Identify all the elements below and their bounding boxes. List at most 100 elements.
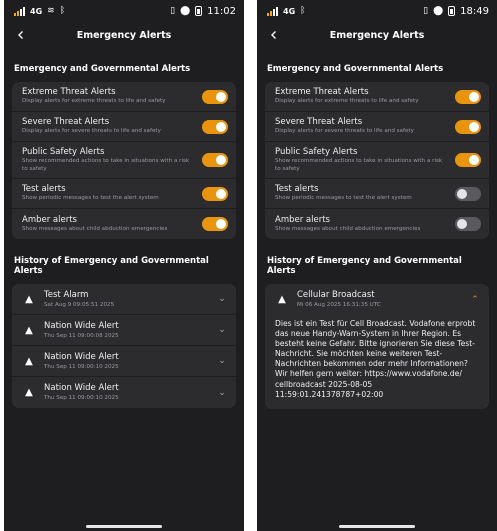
severe-threat-toggle[interactable] — [202, 119, 228, 134]
amber-alerts-toggle[interactable] — [455, 217, 481, 231]
alert-message-body: Dies ist ein Test für Cell Broadcast. Vo… — [275, 319, 476, 399]
vibrate-icon: ▯ — [423, 5, 429, 16]
history-timestamp: Thu Sep 11 09:00:10 2025 — [44, 395, 119, 401]
setting-title: Amber alerts — [22, 214, 77, 225]
section-header-history: History of Emergency and Governmental Al… — [267, 256, 462, 276]
setting-test-alerts[interactable]: Test alerts Show periodic messages to tes… — [265, 179, 489, 209]
history-title: Test Alarm — [44, 289, 89, 300]
history-item[interactable]: ▲ Nation Wide Alert Thu Sep 11 09:00:08 2… — [12, 315, 236, 346]
setting-title: Test alerts — [22, 184, 66, 195]
signal-icon — [14, 6, 25, 16]
setting-amber-alerts[interactable]: Amber alerts Show messages about child ab… — [265, 209, 489, 239]
chevron-up-icon[interactable]: ⌃ — [469, 295, 481, 305]
history-timestamp: Sat Aug 9 09:05:51 2025 — [44, 301, 115, 308]
phone-screen-left: 4G ≋ ᛒ ▯ ⬤ 11:02 Emergency Alerts Emerge… — [4, 0, 244, 531]
setting-subtitle: Show messages about child abduction emer… — [275, 225, 421, 232]
bluetooth-icon: ᛒ — [59, 5, 66, 16]
location-icon: ⬤ — [433, 5, 444, 16]
alert-settings-card: Extreme Threat Alerts Display alerts for … — [12, 82, 236, 239]
setting-severe-threat[interactable]: Severe Threat Alerts Display alerts for s… — [12, 112, 236, 142]
history-timestamp: Thu Sep 11 09:00:10 2025 — [44, 363, 119, 370]
public-safety-toggle[interactable] — [455, 153, 481, 167]
setting-subtitle: Show recommended actions to take in situ… — [22, 158, 190, 172]
page-title: Emergency Alerts — [76, 29, 172, 41]
section-header-history: History of Emergency and Governmental Al… — [14, 256, 209, 276]
alert-history-card: ▲ Test Alarm Sat Aug 9 09:05:51 2025 ⌄ ▲ … — [12, 284, 236, 408]
chevron-down-icon[interactable]: ⌄ — [216, 294, 228, 304]
warning-triangle-icon: ▲ — [25, 324, 33, 336]
warning-triangle-icon: ▲ — [278, 294, 286, 305]
phone-screen-right: 4G ᛒ ▯ ⬤ 18:49 Emergency Alerts Emergenc… — [257, 0, 497, 531]
clock: 11:02 — [207, 5, 236, 17]
home-indicator[interactable] — [86, 525, 162, 528]
network-type: 4G — [30, 6, 43, 16]
setting-subtitle: Display alerts for extreme threats to li… — [275, 98, 419, 105]
section-header-alerts: Emergency and Governmental Alerts — [267, 64, 444, 74]
test-alerts-toggle[interactable] — [455, 186, 481, 201]
status-bar: 4G ᛒ ▯ ⬤ 18:49 — [257, 0, 497, 22]
history-item[interactable]: ▲ Nation Wide Alert Thu Sep 11 09:00:10 2… — [12, 377, 236, 408]
arrow-back-icon[interactable] — [12, 26, 30, 44]
history-title: Nation Wide Alert — [44, 383, 119, 393]
warning-triangle-icon: ▲ — [25, 355, 33, 367]
setting-subtitle: Show periodic messages to test the alert… — [275, 195, 412, 202]
app-bar: Emergency Alerts — [257, 22, 497, 48]
setting-title: Severe Threat Alerts — [275, 117, 363, 128]
setting-subtitle: Display alerts for extreme threats to li… — [22, 98, 166, 105]
setting-title: Public Safety Alerts — [22, 147, 105, 157]
setting-subtitle: Show messages about child abduction emer… — [22, 225, 168, 232]
extreme-threat-toggle[interactable] — [202, 89, 228, 104]
location-icon: ⬤ — [180, 5, 191, 16]
setting-extreme-threat[interactable]: Extreme Threat Alerts Display alerts for … — [12, 82, 236, 112]
public-safety-toggle[interactable] — [202, 153, 228, 167]
setting-title: Extreme Threat Alerts — [275, 87, 369, 98]
setting-subtitle: Display alerts for severe threats to lif… — [22, 128, 161, 135]
signal-icon — [267, 6, 278, 16]
battery-icon — [195, 6, 203, 16]
bluetooth-icon: ᛒ — [300, 5, 306, 16]
setting-title: Extreme Threat Alerts — [22, 87, 116, 98]
setting-extreme-threat[interactable]: Extreme Threat Alerts Display alerts for … — [265, 82, 489, 112]
status-bar: 4G ≋ ᛒ ▯ ⬤ 11:02 — [4, 0, 244, 22]
setting-title: Amber alerts — [275, 214, 330, 225]
clock: 18:49 — [460, 5, 489, 17]
setting-title: Test alerts — [275, 184, 319, 195]
history-timestamp: Thu Sep 11 09:00:08 2025 — [44, 332, 119, 339]
setting-amber-alerts[interactable]: Amber alerts Show messages about child ab… — [12, 209, 236, 239]
test-alerts-toggle[interactable] — [202, 186, 228, 201]
alert-history-card: ▲ Cellular Broadcast Mi 06 Aug 2025 16:31… — [265, 284, 489, 409]
setting-title: Severe Threat Alerts — [22, 117, 110, 128]
setting-test-alerts[interactable]: Test alerts Show periodic messages to tes… — [12, 179, 236, 209]
alert-settings-card: Extreme Threat Alerts Display alerts for … — [265, 82, 489, 239]
setting-severe-threat[interactable]: Severe Threat Alerts Display alerts for s… — [265, 112, 489, 142]
home-indicator[interactable] — [339, 525, 415, 528]
amber-alerts-toggle[interactable] — [202, 217, 228, 231]
severe-threat-toggle[interactable] — [455, 119, 481, 134]
warning-triangle-icon: ▲ — [25, 387, 33, 398]
chevron-down-icon[interactable]: ⌄ — [216, 388, 228, 398]
vibrate-icon: ▯ — [170, 5, 176, 16]
network-type: 4G — [283, 6, 296, 16]
history-item[interactable]: ▲ Nation Wide Alert Thu Sep 11 09:00:10 2… — [12, 346, 236, 377]
history-title: Nation Wide Alert — [44, 351, 119, 362]
setting-subtitle: Show periodic messages to test the alert… — [22, 195, 159, 202]
setting-public-safety[interactable]: Public Safety Alerts Show recommended act… — [265, 142, 489, 179]
history-title: Nation Wide Alert — [44, 320, 119, 331]
setting-public-safety[interactable]: Public Safety Alerts Show recommended act… — [12, 142, 236, 179]
chevron-down-icon[interactable]: ⌄ — [216, 325, 228, 335]
chevron-down-icon[interactable]: ⌄ — [216, 356, 228, 366]
history-item[interactable]: ▲ Test Alarm Sat Aug 9 09:05:51 2025 ⌄ — [12, 284, 236, 315]
setting-subtitle: Show recommended actions to take in situ… — [275, 158, 443, 172]
extreme-threat-toggle[interactable] — [455, 89, 481, 104]
app-bar: Emergency Alerts — [4, 22, 244, 48]
history-title: Cellular Broadcast — [297, 290, 375, 300]
arrow-back-icon[interactable] — [265, 26, 283, 44]
section-header-alerts: Emergency and Governmental Alerts — [14, 64, 191, 74]
history-item[interactable]: ▲ Cellular Broadcast Mi 06 Aug 2025 16:31… — [265, 284, 489, 315]
setting-subtitle: Display alerts for severe threats to lif… — [275, 128, 414, 135]
battery-icon — [448, 6, 456, 16]
page-title: Emergency Alerts — [329, 29, 425, 41]
wifi-icon: ≋ — [47, 5, 55, 16]
setting-title: Public Safety Alerts — [275, 147, 358, 157]
warning-triangle-icon: ▲ — [25, 293, 33, 305]
